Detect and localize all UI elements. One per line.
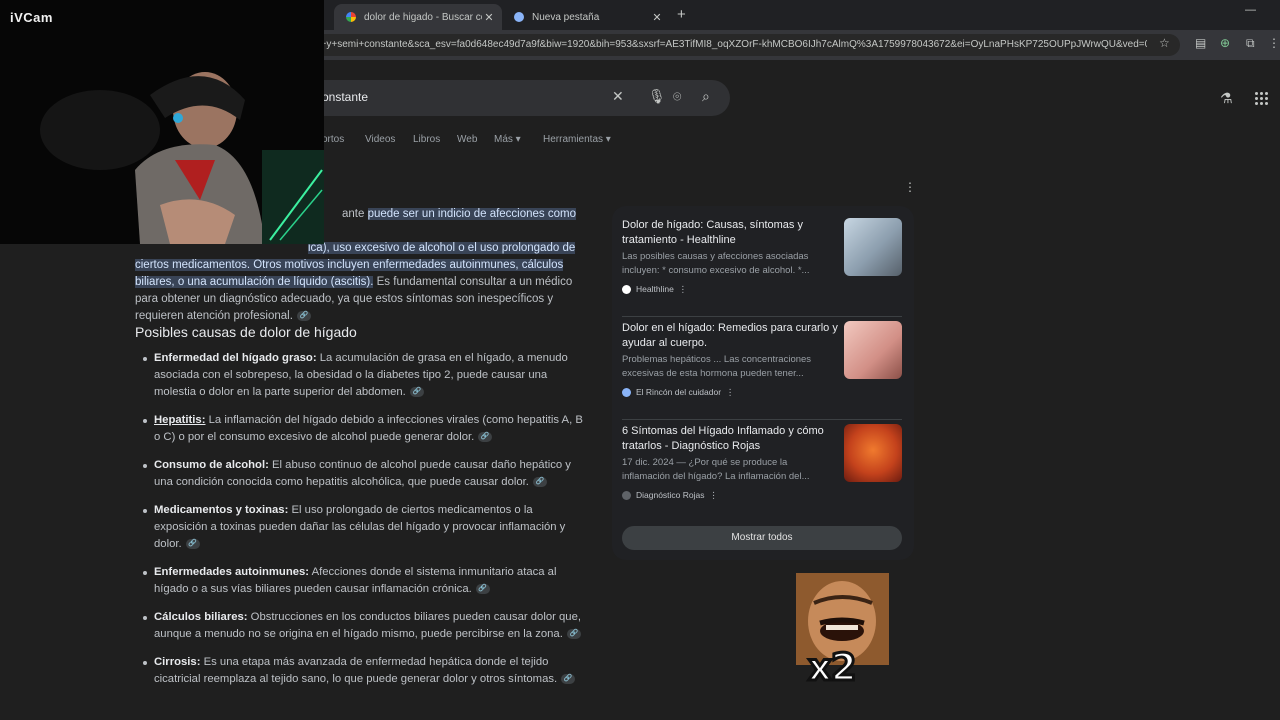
source-card[interactable]: Dolor en el hígado: Remedios para curarl… <box>622 321 906 416</box>
site-icon <box>622 388 631 398</box>
card-source[interactable]: El Rincón del cuidador ⋮ <box>622 387 734 398</box>
cause-term: Enfermedades autoinmunes: <box>154 566 310 578</box>
card-thumbnail[interactable] <box>844 321 902 379</box>
link-icon[interactable]: 🔗 <box>561 674 576 685</box>
card-snippet: Las posibles causas y afecciones asociad… <box>622 251 810 276</box>
filter-books[interactable]: Libros <box>413 134 440 145</box>
source-card[interactable]: 6 Síntomas del Hígado Inflamado y cómo t… <box>622 424 906 519</box>
card-snippet: 17 dic. 2024 — ¿Por qué se produce la in… <box>622 457 810 482</box>
tab-title: dolor de higado - Buscar con G <box>364 11 482 23</box>
search-input[interactable]: onstante <box>322 90 368 104</box>
link-icon[interactable]: 🔗 <box>475 584 490 595</box>
new-tab-button[interactable]: + <box>677 6 686 23</box>
google-icon <box>346 12 356 22</box>
microphone-icon[interactable]: 🎙 <box>648 88 666 105</box>
causes-list: Enfermedad del hígado graso: La acumulac… <box>143 350 584 699</box>
list-item: Consumo de alcohol: El abuso continuo de… <box>143 457 584 491</box>
menu-icon[interactable]: ⋮ <box>1268 36 1280 50</box>
filter-tools[interactable]: Herramientas ▾ <box>543 134 611 145</box>
webcam-feed <box>0 0 324 244</box>
bookmark-star-icon[interactable]: ☆ <box>1159 36 1170 50</box>
lens-icon[interactable]: ⌾ <box>673 88 681 105</box>
search-icon[interactable]: ⌕ <box>702 88 710 105</box>
extensions-icon[interactable]: ⧉ <box>1246 36 1255 51</box>
filter-more[interactable]: Más ▾ <box>494 134 521 145</box>
divider <box>622 316 902 317</box>
source-card[interactable]: Dolor de hígado: Causas, síntomas y trat… <box>622 218 906 313</box>
healthline-icon <box>622 285 631 295</box>
extension-green-icon[interactable]: ⊕ <box>1220 36 1230 50</box>
card-snippet: Problemas hepáticos ... Las concentracio… <box>622 354 812 379</box>
list-item: Enfermedades autoinmunes: Afecciones don… <box>143 564 584 598</box>
cause-term: Consumo de alcohol: <box>154 459 269 471</box>
close-tab-icon[interactable]: ✕ <box>482 11 496 24</box>
cause-term: Medicamentos y toxinas: <box>154 504 289 516</box>
filter-shorts[interactable]: ortos <box>322 134 344 145</box>
list-item: Cálculos biliares: Obstrucciones en los … <box>143 609 584 643</box>
filter-videos[interactable]: Videos <box>365 134 395 145</box>
card-thumbnail[interactable] <box>844 424 902 482</box>
link-icon[interactable]: 🔗 <box>185 539 200 550</box>
close-tab-icon[interactable]: ✕ <box>650 11 664 24</box>
list-item: Medicamentos y toxinas: El uso prolongad… <box>143 502 584 553</box>
cause-term: Enfermedad del hígado graso: <box>154 352 317 364</box>
cause-term[interactable]: Hepatitis: <box>154 414 205 426</box>
card-title[interactable]: Dolor de hígado: Causas, síntomas y trat… <box>622 218 842 248</box>
cause-text: Es una etapa más avanzada de enfermedad … <box>154 656 558 685</box>
cause-term: Cirrosis: <box>154 656 201 668</box>
tab-search-results[interactable]: dolor de higado - Buscar con G ✕ <box>334 4 502 30</box>
list-item: Hepatitis: La inflamación del hígado deb… <box>143 412 584 446</box>
chrome-icon <box>514 12 524 22</box>
source-name: Healthline <box>636 284 674 294</box>
sources-panel: Dolor de hígado: Causas, síntomas y trat… <box>612 206 914 560</box>
card-title[interactable]: 6 Síntomas del Hígado Inflamado y cómo t… <box>622 424 842 454</box>
tab-new[interactable]: Nueva pestaña ✕ <box>502 4 670 30</box>
show-all-button[interactable]: Mostrar todos <box>622 526 902 550</box>
meme-multiplier: x2 <box>807 645 859 691</box>
link-icon[interactable]: 🔗 <box>532 477 547 488</box>
more-options-icon[interactable]: ⋮ <box>904 180 916 194</box>
reading-list-icon[interactable]: ▤ <box>1195 36 1206 50</box>
card-title[interactable]: Dolor en el hígado: Remedios para curarl… <box>622 321 842 351</box>
link-icon[interactable]: 🔗 <box>478 432 493 443</box>
site-icon <box>622 491 631 501</box>
card-thumbnail[interactable] <box>844 218 902 276</box>
webcam-label: iVCam <box>10 10 53 25</box>
list-item: Cirrosis: Es una etapa más avanzada de e… <box>143 654 584 688</box>
filter-web[interactable]: Web <box>457 134 477 145</box>
source-name: Diagnóstico Rojas <box>636 490 705 500</box>
webcam-overlay: iVCam <box>0 0 324 244</box>
card-source[interactable]: Diagnóstico Rojas ⋮ <box>622 490 718 501</box>
link-icon[interactable]: 🔗 <box>409 387 424 398</box>
divider <box>622 419 902 420</box>
minimize-icon[interactable]: — <box>1245 4 1256 16</box>
labs-icon[interactable]: ⚗ <box>1220 90 1233 107</box>
apps-grid-icon[interactable] <box>1255 92 1268 105</box>
source-name: El Rincón del cuidador <box>636 387 722 397</box>
causes-heading: Posibles causas de dolor de hígado <box>135 324 357 340</box>
link-icon[interactable]: 🔗 <box>296 310 311 321</box>
card-source[interactable]: Healthline ⋮ <box>622 284 687 295</box>
tab-title: Nueva pestaña <box>532 11 600 23</box>
list-item: Enfermedad del hígado graso: La acumulac… <box>143 350 584 401</box>
cause-text: La inflamación del hígado debido a infec… <box>154 414 583 443</box>
answer-part1: ante <box>342 208 368 220</box>
url-text[interactable]: e+y+semi+constante&sca_esv=fa0d648ec49d7… <box>315 39 1147 50</box>
link-icon[interactable]: 🔗 <box>566 629 581 640</box>
cause-term: Cálculos biliares: <box>154 611 248 623</box>
clear-icon[interactable]: ✕ <box>612 88 624 105</box>
